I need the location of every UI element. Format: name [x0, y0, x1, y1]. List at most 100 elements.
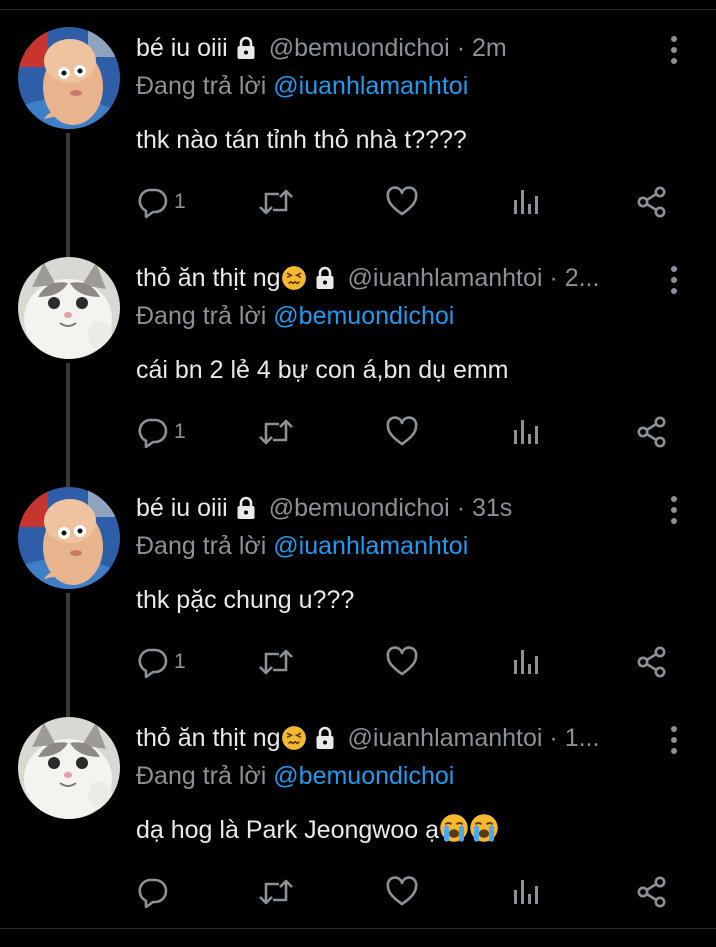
like-button[interactable]: [386, 637, 418, 687]
views-icon: [510, 646, 542, 678]
tweet[interactable]: bé iu oiii @bemuondichoi · 2m Đang trả l…: [0, 27, 716, 257]
display-name[interactable]: bé iu oiii: [136, 34, 228, 62]
views-icon: [510, 416, 542, 448]
reply-button[interactable]: 1: [136, 407, 186, 457]
cat-avatar-icon: [18, 257, 120, 359]
like-icon: [386, 186, 418, 218]
like-icon: [386, 416, 418, 448]
views-button[interactable]: [510, 407, 542, 457]
action-bar: 1: [136, 637, 676, 687]
baby-avatar-icon: [18, 27, 120, 129]
loudly-crying-face-emoji: [439, 813, 469, 843]
views-button[interactable]: [510, 637, 542, 687]
share-button[interactable]: [636, 867, 668, 917]
share-icon: [636, 186, 668, 218]
like-icon: [386, 876, 418, 908]
thread-line: [66, 363, 70, 487]
share-icon: [636, 876, 668, 908]
loudly-crying-face-emoji: [469, 813, 499, 843]
mention-link[interactable]: @bemuondichoi: [273, 302, 454, 330]
share-icon: [636, 646, 668, 678]
reply-icon: [136, 646, 168, 678]
timestamp[interactable]: · 2...: [549, 264, 599, 292]
tweet-header: thỏ ăn thịt ng @iuanhlamanhtoi · 2...: [136, 261, 656, 295]
mention-link[interactable]: @bemuondichoi: [273, 762, 454, 790]
mention-link[interactable]: @iuanhlamanhtoi: [273, 72, 468, 100]
views-icon: [510, 876, 542, 908]
reply-button[interactable]: 1: [136, 637, 186, 687]
tweet-text: dạ hog là Park Jeongwoo ạ: [136, 816, 439, 844]
tweet-text-container: dạ hog là Park Jeongwoo ạ: [136, 813, 499, 847]
username[interactable]: @bemuondichoi: [269, 494, 450, 522]
display-name[interactable]: thỏ ăn thịt ng: [136, 724, 281, 752]
lock-icon: [234, 496, 258, 520]
reply-count: 1: [174, 420, 186, 443]
thread-line: [66, 133, 70, 257]
display-name[interactable]: thỏ ăn thịt ng: [136, 264, 281, 292]
retweet-button[interactable]: [258, 407, 294, 457]
lock-icon: [313, 266, 337, 290]
retweet-icon: [258, 416, 294, 448]
thread-line: [66, 593, 70, 717]
confounded-face-emoji: [281, 725, 307, 751]
retweet-icon: [258, 646, 294, 678]
username[interactable]: @iuanhlamanhtoi: [348, 724, 543, 752]
like-icon: [386, 646, 418, 678]
more-icon[interactable]: [664, 35, 684, 65]
like-button[interactable]: [386, 407, 418, 457]
avatar[interactable]: [18, 717, 120, 819]
retweet-button[interactable]: [258, 177, 294, 227]
reply-button[interactable]: 1: [136, 177, 186, 227]
avatar[interactable]: [18, 487, 120, 589]
reply-icon: [136, 186, 168, 218]
username[interactable]: @iuanhlamanhtoi: [348, 264, 543, 292]
tweet-text: thk nào tán tỉnh thỏ nhà t????: [136, 126, 467, 154]
replying-to: Đang trả lời @iuanhlamanhtoi: [136, 69, 468, 103]
tweet-header: bé iu oiii @bemuondichoi · 2m: [136, 31, 656, 65]
tweet-text: thk pặc chung u???: [136, 586, 355, 614]
more-icon[interactable]: [664, 495, 684, 525]
more-icon[interactable]: [664, 725, 684, 755]
replying-to: Đang trả lời @bemuondichoi: [136, 299, 454, 333]
action-bar: [136, 867, 676, 917]
replying-to: Đang trả lời @bemuondichoi: [136, 759, 454, 793]
views-button[interactable]: [510, 867, 542, 917]
share-button[interactable]: [636, 177, 668, 227]
tweet-text: cái bn 2 lẻ 4 bự con á,bn dụ emm: [136, 356, 509, 384]
like-button[interactable]: [386, 177, 418, 227]
reply-button[interactable]: [136, 867, 174, 917]
timestamp[interactable]: · 1...: [549, 724, 599, 752]
retweet-icon: [258, 876, 294, 908]
tweet[interactable]: thỏ ăn thịt ng @iuanhlamanhtoi · 1... Đa…: [0, 717, 716, 947]
bottom-divider: [0, 928, 716, 929]
like-button[interactable]: [386, 867, 418, 917]
retweet-icon: [258, 186, 294, 218]
confounded-face-emoji: [281, 265, 307, 291]
display-name[interactable]: bé iu oiii: [136, 494, 228, 522]
views-icon: [510, 186, 542, 218]
replying-to: Đang trả lời @iuanhlamanhtoi: [136, 529, 468, 563]
cat-avatar-icon: [18, 717, 120, 819]
baby-avatar-icon: [18, 487, 120, 589]
username[interactable]: @bemuondichoi: [269, 34, 450, 62]
timestamp[interactable]: · 2m: [457, 34, 507, 62]
reply-icon: [136, 416, 168, 448]
avatar[interactable]: [18, 27, 120, 129]
retweet-button[interactable]: [258, 867, 294, 917]
reply-icon: [136, 876, 168, 908]
tweet[interactable]: bé iu oiii @bemuondichoi · 31s Đang trả …: [0, 487, 716, 717]
views-button[interactable]: [510, 177, 542, 227]
tweet-header: bé iu oiii @bemuondichoi · 31s: [136, 491, 656, 525]
tweet[interactable]: thỏ ăn thịt ng @iuanhlamanhtoi · 2... Đa…: [0, 257, 716, 487]
replying-to-label: Đang trả lời: [136, 302, 267, 330]
timestamp[interactable]: · 31s: [457, 494, 513, 522]
share-button[interactable]: [636, 407, 668, 457]
tweet-header: thỏ ăn thịt ng @iuanhlamanhtoi · 1...: [136, 721, 656, 755]
more-icon[interactable]: [664, 265, 684, 295]
top-divider: [0, 0, 716, 10]
retweet-button[interactable]: [258, 637, 294, 687]
avatar[interactable]: [18, 257, 120, 359]
lock-icon: [313, 726, 337, 750]
share-button[interactable]: [636, 637, 668, 687]
mention-link[interactable]: @iuanhlamanhtoi: [273, 532, 468, 560]
